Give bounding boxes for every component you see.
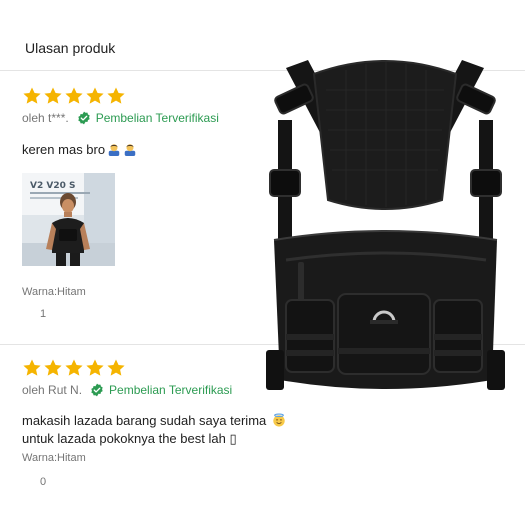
reviewer-name: oleh Rut N.: [22, 383, 83, 397]
review-comment: makasih lazada barang sudah saya terima …: [22, 412, 286, 448]
comment-text-line-1: makasih lazada barang sudah saya terima: [22, 413, 267, 428]
man-bowing-emoji: [123, 142, 137, 156]
star-icon: [22, 358, 42, 378]
variant-label: Warna:Hitam: [22, 286, 86, 298]
man-bowing-emoji: [107, 142, 121, 156]
unrendered-symbol: ▯: [229, 431, 237, 446]
photo-backdrop-text: V2 V20 S: [30, 181, 75, 191]
comment-text-line-2: untuk lazada pokoknya the best lah: [22, 431, 226, 446]
verified-check-icon: [77, 111, 96, 125]
ratings-reviews-page: Ulasan produk oleh t***. Pembelian Terve…: [0, 0, 525, 525]
star-icon: [22, 86, 42, 106]
variant-label: Warna:Hitam: [22, 452, 86, 464]
review-meta: oleh Rut N. Pembelian Terverifikasi: [22, 381, 232, 399]
star-icon: [85, 358, 105, 378]
review-comment: keren mas bro: [22, 141, 137, 159]
verified-check-icon: [90, 383, 109, 397]
star-icon: [106, 86, 126, 106]
star-icon: [106, 358, 126, 378]
star-icon: [85, 86, 105, 106]
star-icon: [43, 358, 63, 378]
star-rating: [22, 86, 126, 106]
star-icon: [64, 86, 84, 106]
product-image: [246, 50, 525, 410]
verified-purchase-badge: Pembelian Terverifikasi: [77, 111, 219, 125]
review-meta: oleh t***. Pembelian Terverifikasi: [22, 109, 219, 127]
like-count[interactable]: 1: [40, 308, 46, 320]
reviewer-name: oleh t***.: [22, 111, 69, 125]
verified-purchase-badge: Pembelian Terverifikasi: [90, 383, 232, 397]
smiling-face-with-halo-emoji: [272, 413, 286, 427]
star-icon: [64, 358, 84, 378]
comment-text: keren mas bro: [22, 142, 106, 157]
verified-label: Pembelian Terverifikasi: [95, 111, 219, 125]
review-photo[interactable]: V2 V20 S: [22, 173, 115, 266]
verified-label: Pembelian Terverifikasi: [109, 383, 233, 397]
like-count[interactable]: 0: [40, 476, 46, 488]
star-rating: [22, 358, 126, 378]
star-icon: [43, 86, 63, 106]
page-title: Ulasan produk: [25, 40, 116, 56]
